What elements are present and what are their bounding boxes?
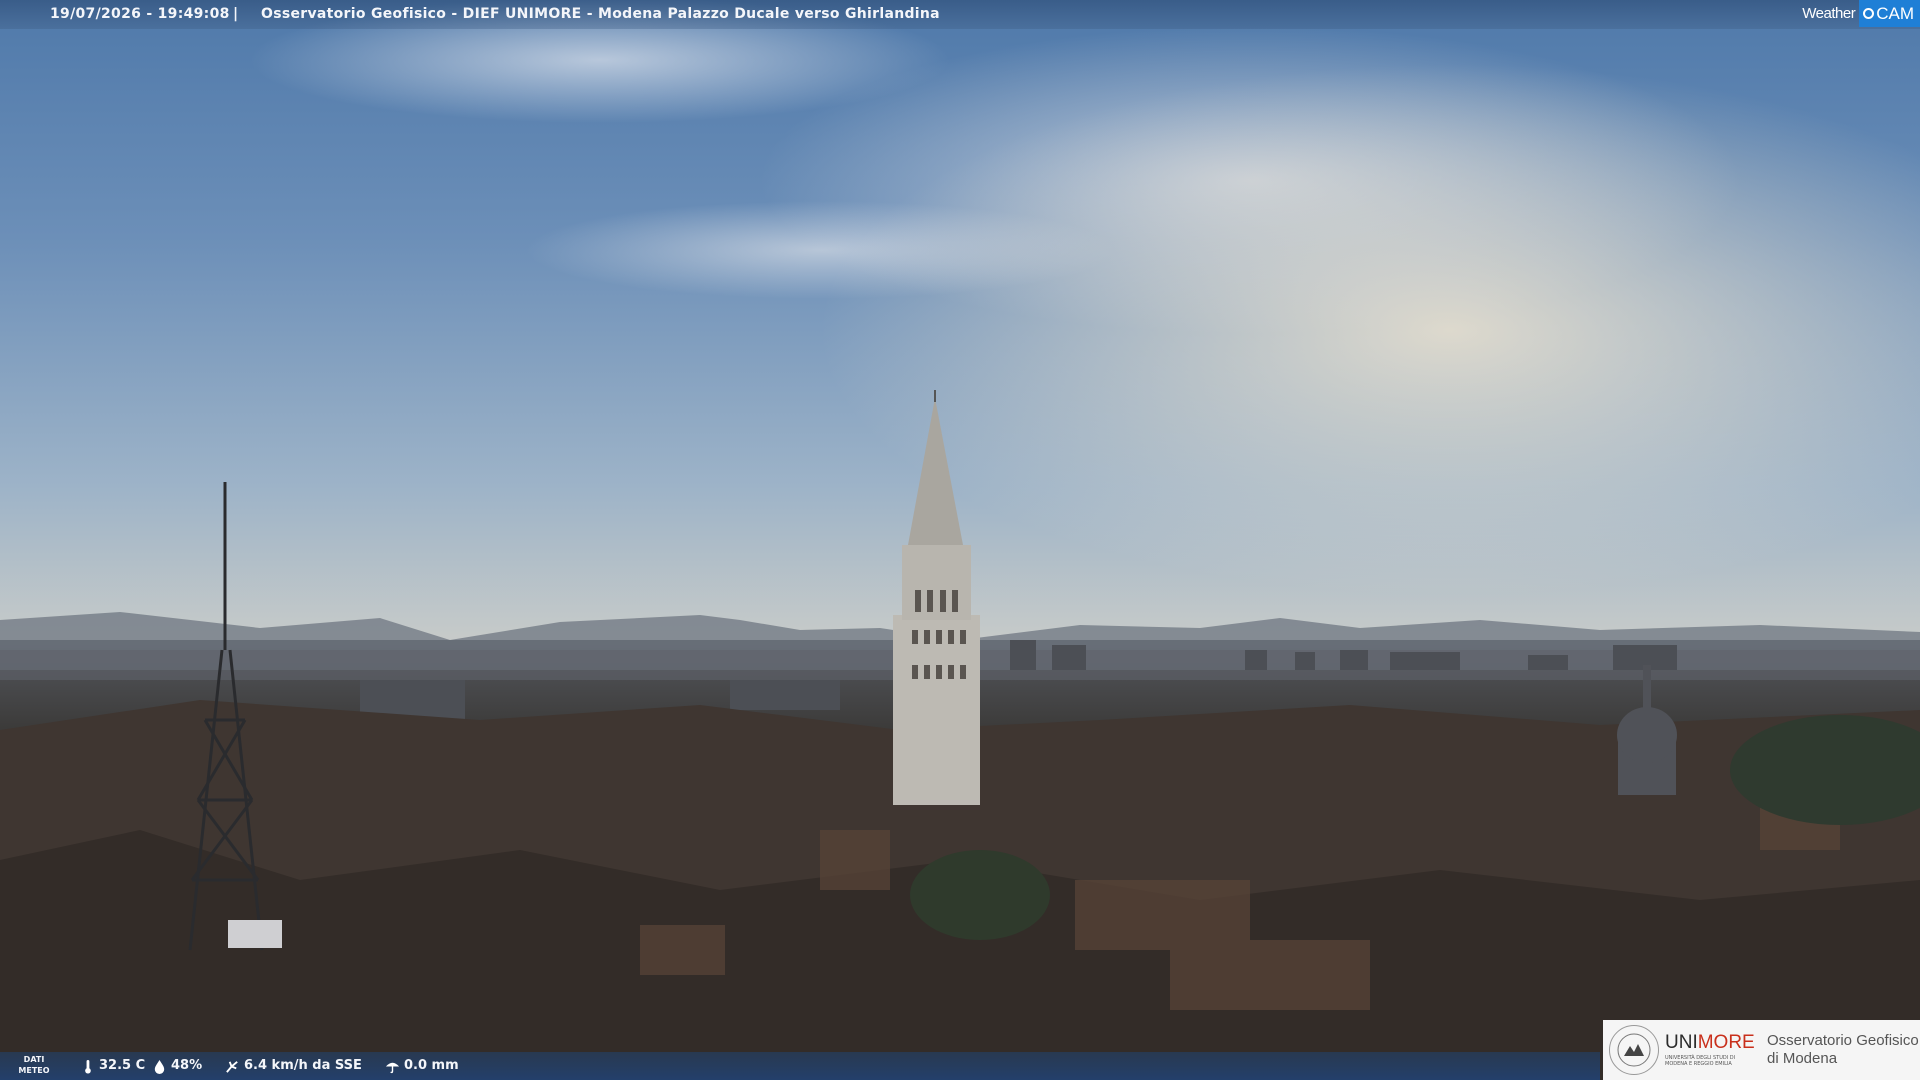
trees-center	[910, 850, 1050, 940]
cityscape-drawing	[0, 390, 1920, 1080]
caption-separator: |	[233, 6, 239, 22]
camera-lens-icon	[1863, 8, 1875, 19]
brand-cam-label: CAM	[1876, 4, 1914, 23]
weather-data-bar: DATI METEO 32.5 C 48% 6.4 km/h da SSE 0.…	[0, 1052, 1600, 1080]
observatory-name: Osservatorio Geofisico di Modena	[1767, 1032, 1919, 1068]
webcam-image	[0, 0, 1920, 1080]
mast-antennas	[228, 920, 282, 948]
unimore-subtitle: UNIVERSITÀ DEGLI STUDI DI MODENA E REGGI…	[1665, 1055, 1736, 1067]
unimore-wordmark: UNIMORE UNIVERSITÀ DEGLI STUDI DI MODENA…	[1665, 1033, 1755, 1068]
dati-line1: DATI	[23, 1055, 45, 1064]
unimore-name: UNIMORE	[1665, 1033, 1755, 1053]
rain-item: 0.0 mm	[385, 1052, 459, 1080]
church-dome	[1617, 665, 1677, 795]
weathercam-logo: Weather CAM	[1796, 0, 1920, 27]
wind-item: 6.4 km/h da SSE	[225, 1052, 362, 1080]
caption-bar: 19/07/2026 - 19:49:08 | Osservatorio Geo…	[0, 0, 1920, 29]
observatory-line1: Osservatorio Geofisico	[1767, 1032, 1919, 1049]
humidity-value: 48%	[171, 1058, 203, 1073]
unimore-suffix: MORE	[1697, 1032, 1755, 1053]
unimore-prefix: UNI	[1665, 1032, 1698, 1053]
university-seal-icon	[1609, 1025, 1659, 1075]
brand-weather: Weather	[1802, 5, 1856, 22]
observatory-line2: di Modena	[1767, 1050, 1838, 1067]
camera-title: Osservatorio Geofisico - DIEF UNIMORE - …	[261, 6, 940, 22]
thermometer-icon	[85, 1059, 91, 1074]
temperature-item: 32.5 C	[80, 1052, 145, 1080]
rain-value: 0.0 mm	[404, 1058, 459, 1073]
brand-cam: CAM	[1859, 0, 1920, 27]
humidity-drop-icon	[154, 1059, 165, 1074]
ghirlandina-tower	[893, 390, 980, 805]
dati-line2: METEO	[18, 1066, 50, 1075]
temperature-value: 32.5 C	[99, 1058, 146, 1073]
wind-value: 6.4 km/h da SSE	[244, 1058, 362, 1073]
unimore-observatory-logo: UNIMORE UNIVERSITÀ DEGLI STUDI DI MODENA…	[1603, 1020, 1920, 1080]
rain-umbrella-icon	[385, 1062, 400, 1073]
dati-meteo-label: DATI METEO	[16, 1054, 52, 1076]
humidity-item: 48%	[152, 1052, 202, 1080]
timestamp: 19/07/2026 - 19:49:08	[50, 6, 230, 22]
wind-icon	[226, 1060, 238, 1073]
